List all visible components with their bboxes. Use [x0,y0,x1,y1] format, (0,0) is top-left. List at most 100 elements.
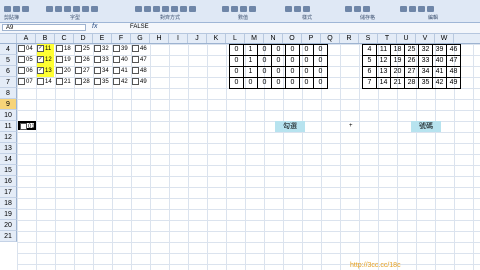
number-button[interactable]: 號碼 [411,121,441,132]
row-header[interactable]: 11 [0,121,17,132]
flags-cell[interactable]: 0 [257,77,272,89]
checkbox-cell[interactable]: 39 [113,44,130,55]
column-header[interactable]: G [131,34,150,43]
column-header[interactable]: B [36,34,55,43]
column-header[interactable]: Q [321,34,340,43]
unchecked-box-icon[interactable] [56,66,63,74]
row-header[interactable]: 7 [0,77,17,88]
flags-cell[interactable]: 0 [313,77,328,89]
numbers-cell[interactable]: 14 [376,77,391,89]
active-cell-a9[interactable]: 01 [18,121,36,130]
checkbox-cell[interactable]: 18 [56,44,73,55]
unchecked-box-icon[interactable] [18,55,25,63]
row-header[interactable]: 14 [0,154,17,165]
flags-cell[interactable]: 0 [257,55,272,67]
checkbox-cell[interactable]: 06 [18,66,35,77]
column-header[interactable]: H [150,34,169,43]
unchecked-box-icon[interactable] [132,44,139,52]
formula-input[interactable]: FALSE [130,24,149,31]
unchecked-box-icon[interactable] [132,66,139,74]
flags-cell[interactable]: 0 [299,55,314,67]
column-header[interactable]: I [169,34,188,43]
numbers-cell[interactable]: 26 [404,55,419,67]
column-header[interactable]: L [226,34,245,43]
numbers-cell[interactable]: 34 [418,66,433,78]
fx-icon[interactable]: fx [92,23,97,30]
flags-cell[interactable]: 0 [229,77,244,89]
row-header[interactable]: 16 [0,176,17,187]
unchecked-box-icon[interactable] [94,66,101,74]
flags-cell[interactable]: 1 [243,55,258,67]
row-header[interactable]: 5 [0,55,17,66]
unchecked-box-icon[interactable] [75,44,82,52]
column-header[interactable]: T [378,34,397,43]
column-header[interactable]: P [302,34,321,43]
column-header[interactable]: R [340,34,359,43]
column-header[interactable]: J [188,34,207,43]
checkbox-cell[interactable]: 14 [37,77,54,88]
row-header[interactable]: 15 [0,165,17,176]
numbers-cell[interactable]: 49 [446,77,461,89]
flags-cell[interactable]: 0 [285,44,300,56]
unchecked-box-icon[interactable] [113,77,120,85]
column-header[interactable]: E [93,34,112,43]
numbers-cell[interactable]: 41 [432,66,447,78]
numbers-cell[interactable]: 25 [404,44,419,56]
checked-box-icon[interactable]: ✓ [37,66,44,74]
column-header[interactable]: M [245,34,264,43]
unchecked-box-icon[interactable] [94,55,101,63]
row-header[interactable]: 21 [0,231,17,242]
flags-cell[interactable]: 0 [313,44,328,56]
numbers-cell[interactable]: 27 [404,66,419,78]
numbers-cell[interactable]: 18 [390,44,405,56]
checkbox-cell[interactable]: 48 [132,66,149,77]
numbers-cell[interactable]: 11 [376,44,391,56]
row-header[interactable]: 6 [0,66,17,77]
checkbox-cell[interactable]: 40 [113,55,130,66]
numbers-cell[interactable]: 12 [376,55,391,67]
checkbox-cell[interactable]: 20 [56,66,73,77]
numbers-cell[interactable]: 35 [418,77,433,89]
checkbox-cell[interactable]: 34 [94,66,111,77]
flags-cell[interactable]: 0 [271,77,286,89]
checkbox-cell[interactable]: ✓ 13 [37,66,54,77]
checkbox-cell[interactable]: 47 [132,55,149,66]
numbers-cell[interactable]: 42 [432,77,447,89]
checkbox-cell[interactable]: ✓ 12 [37,55,54,66]
flags-cell[interactable]: 0 [271,44,286,56]
numbers-cell[interactable]: 7 [362,77,377,89]
checked-box-icon[interactable]: ✓ [37,44,44,52]
numbers-cell[interactable]: 6 [362,66,377,78]
numbers-cell[interactable]: 5 [362,55,377,67]
unchecked-box-icon[interactable] [75,55,82,63]
select-all-corner[interactable] [0,34,17,43]
checkbox-cell[interactable]: ✓ 11 [37,44,54,55]
checkbox-cell[interactable]: 07 [18,77,35,88]
row-header[interactable]: 4 [0,44,17,55]
checkbox-cell[interactable]: 32 [94,44,111,55]
row-header[interactable]: 17 [0,187,17,198]
unchecked-box-icon[interactable] [18,44,25,52]
unchecked-box-icon[interactable] [113,66,120,74]
column-header[interactable]: V [416,34,435,43]
flags-cell[interactable]: 0 [271,55,286,67]
flags-cell[interactable]: 0 [299,66,314,78]
unchecked-box-icon[interactable] [37,77,44,85]
numbers-cell[interactable]: 47 [446,55,461,67]
numbers-cell[interactable]: 13 [376,66,391,78]
flags-cell[interactable]: 0 [313,55,328,67]
numbers-cell[interactable]: 48 [446,66,461,78]
row-header[interactable]: 10 [0,110,17,121]
checkbox-cell[interactable]: 21 [56,77,73,88]
numbers-cell[interactable]: 20 [390,66,405,78]
numbers-cell[interactable]: 46 [446,44,461,56]
flags-cell[interactable]: 0 [285,66,300,78]
checkbox-cell[interactable]: 26 [75,55,92,66]
unchecked-box-icon[interactable] [132,55,139,63]
flags-cell[interactable]: 0 [285,55,300,67]
flags-cell[interactable]: 0 [229,55,244,67]
unchecked-box-icon[interactable] [75,77,82,85]
checkbox-cell[interactable]: 35 [94,77,111,88]
numbers-cell[interactable]: 32 [418,44,433,56]
column-header[interactable]: W [435,34,454,43]
